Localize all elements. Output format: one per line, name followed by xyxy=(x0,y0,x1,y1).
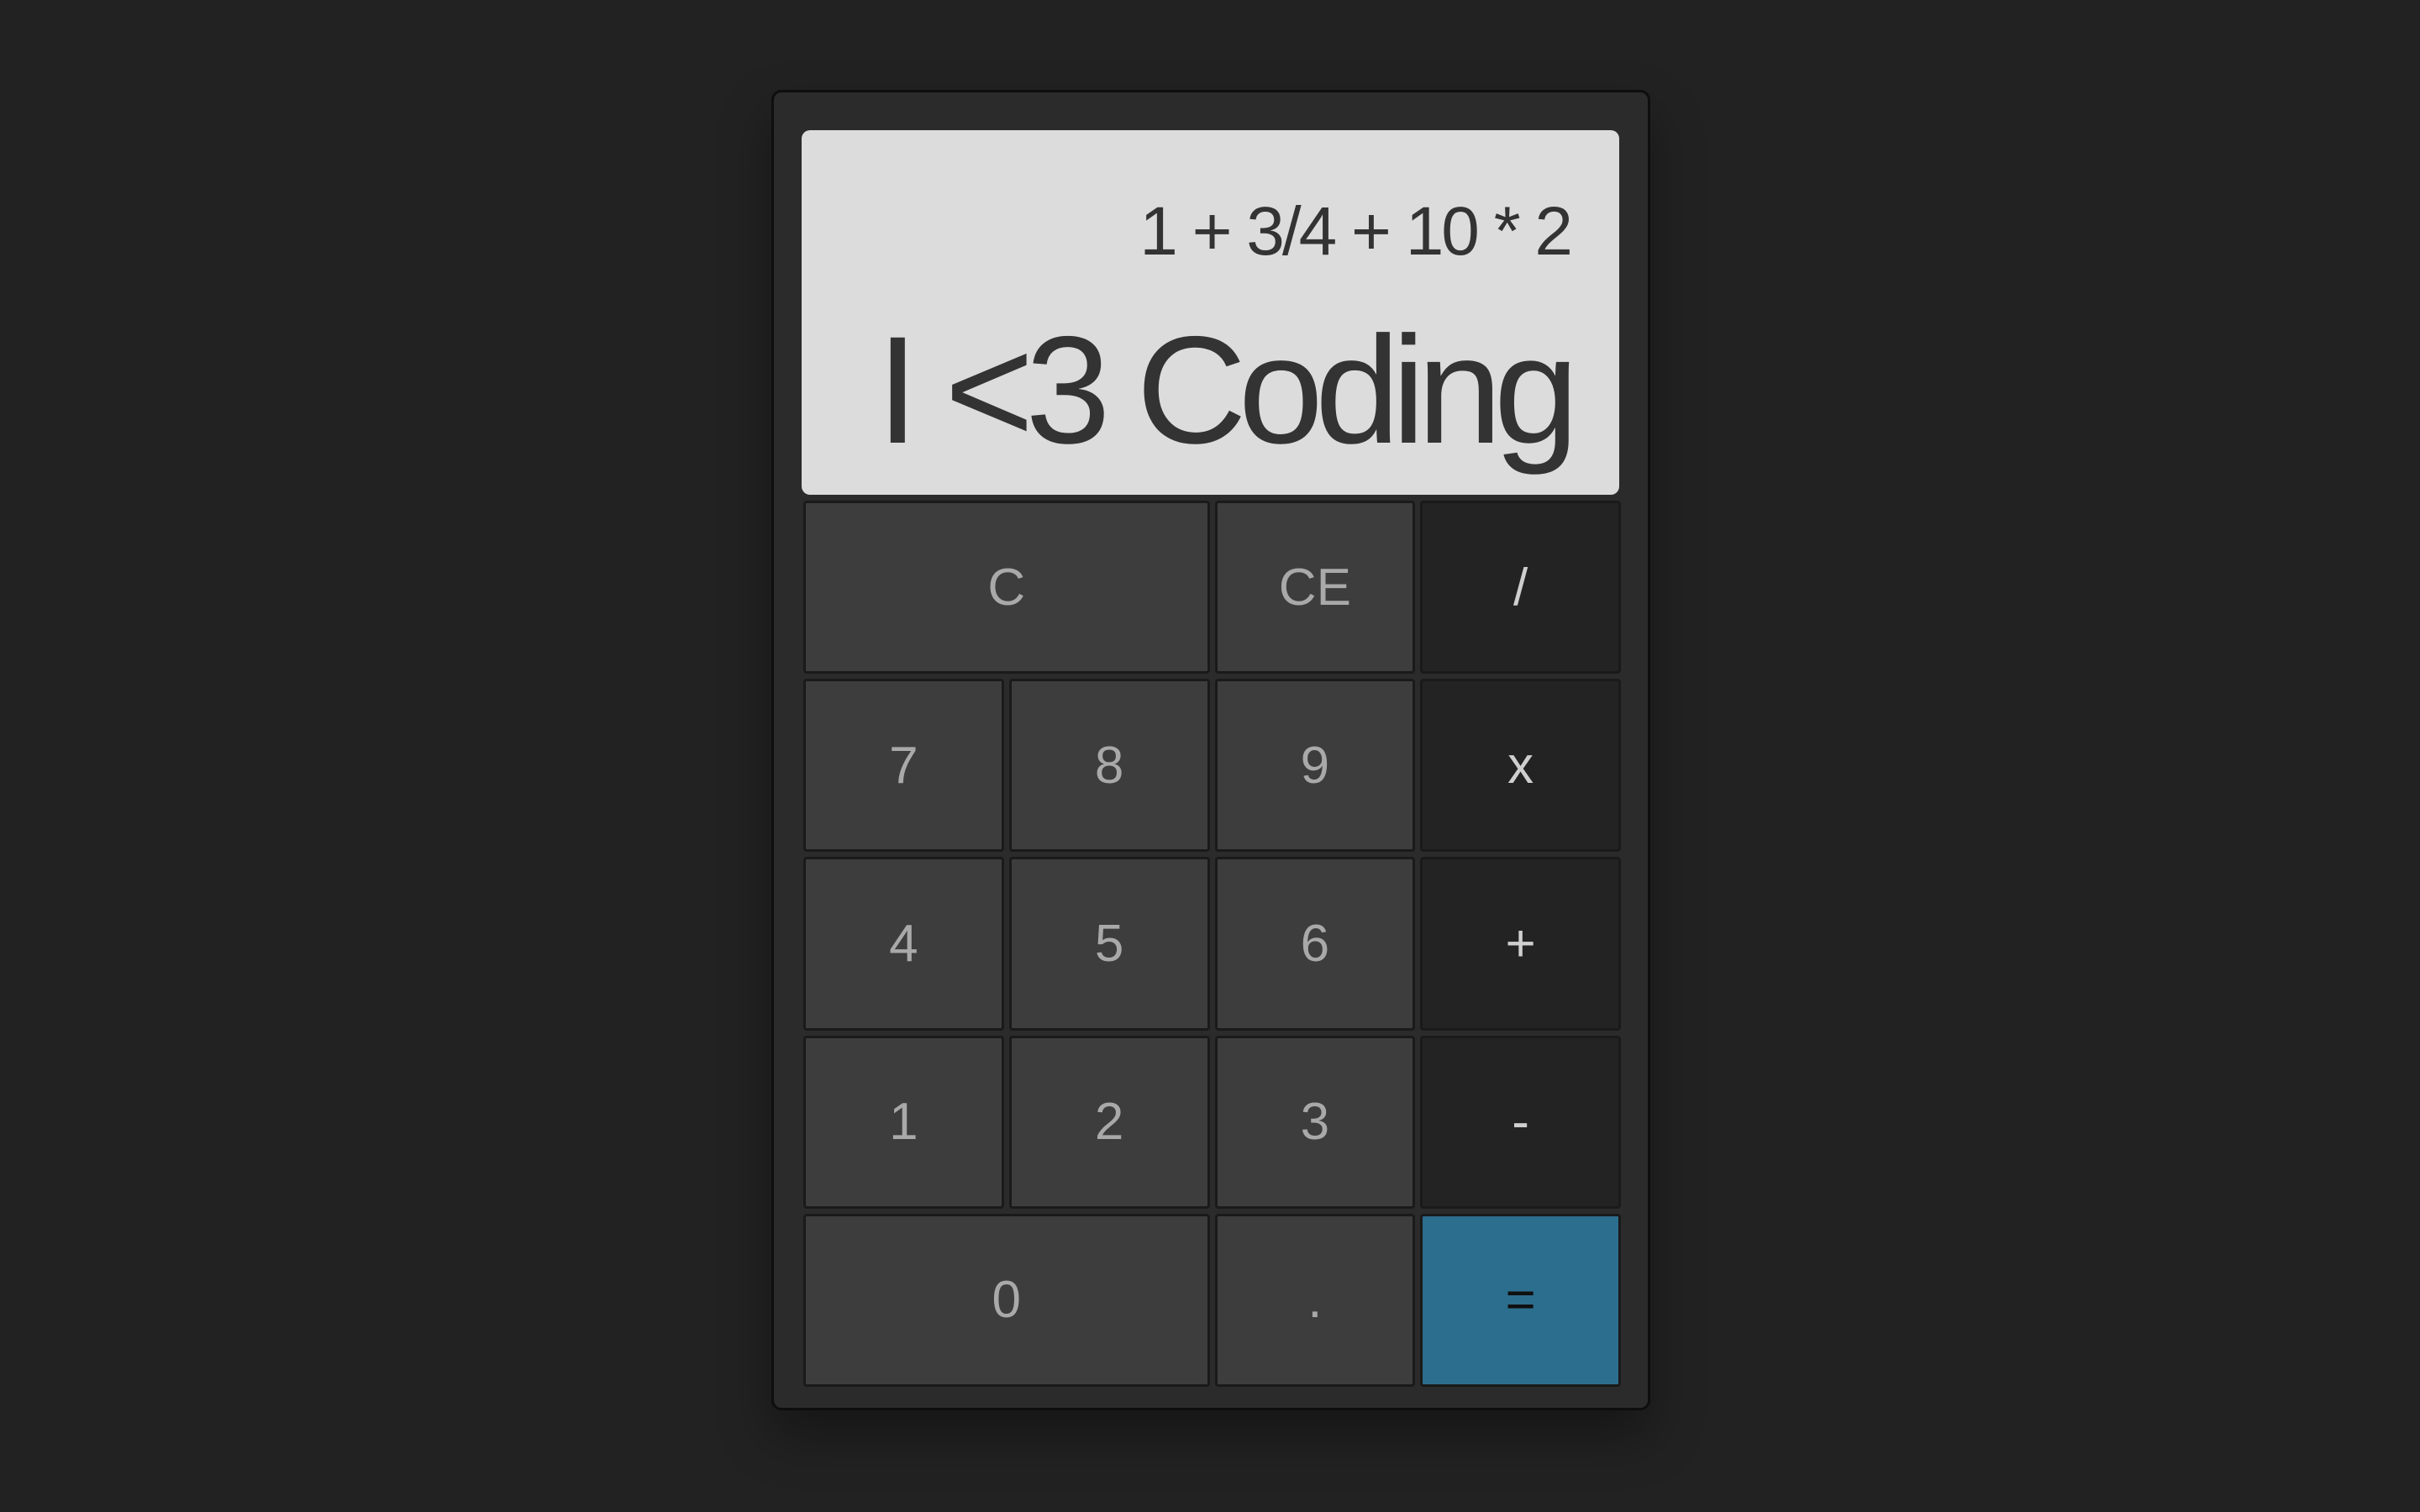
add-button[interactable]: + xyxy=(1420,857,1621,1031)
digit-8-button[interactable]: 8 xyxy=(1008,679,1210,853)
digit-0-button[interactable]: 0 xyxy=(803,1213,1210,1387)
multiply-button[interactable]: x xyxy=(1420,679,1621,853)
keypad: C CE / 7 8 9 x 4 5 6 + 1 2 3 - 0 . = xyxy=(803,501,1621,1387)
digit-2-button[interactable]: 2 xyxy=(1008,1035,1210,1209)
calculator-display: 1 + 3/4 + 10 * 2 I <3 Coding xyxy=(802,130,1619,495)
equals-button[interactable]: = xyxy=(1420,1213,1621,1387)
clear-button[interactable]: C xyxy=(803,501,1210,675)
divide-button[interactable]: / xyxy=(1420,501,1621,675)
digit-9-button[interactable]: 9 xyxy=(1214,679,1416,853)
subtract-button[interactable]: - xyxy=(1420,1035,1621,1209)
digit-5-button[interactable]: 5 xyxy=(1008,857,1210,1031)
decimal-button[interactable]: . xyxy=(1214,1213,1416,1387)
digit-7-button[interactable]: 7 xyxy=(803,679,1004,853)
result-text: I <3 Coding xyxy=(876,304,1579,475)
digit-4-button[interactable]: 4 xyxy=(803,857,1004,1031)
expression-text: 1 + 3/4 + 10 * 2 xyxy=(1139,193,1573,270)
clear-entry-button[interactable]: CE xyxy=(1214,501,1416,675)
calculator: 1 + 3/4 + 10 * 2 I <3 Coding C CE / 7 8 … xyxy=(771,90,1650,1410)
digit-3-button[interactable]: 3 xyxy=(1214,1035,1416,1209)
digit-6-button[interactable]: 6 xyxy=(1214,857,1416,1031)
digit-1-button[interactable]: 1 xyxy=(803,1035,1004,1209)
